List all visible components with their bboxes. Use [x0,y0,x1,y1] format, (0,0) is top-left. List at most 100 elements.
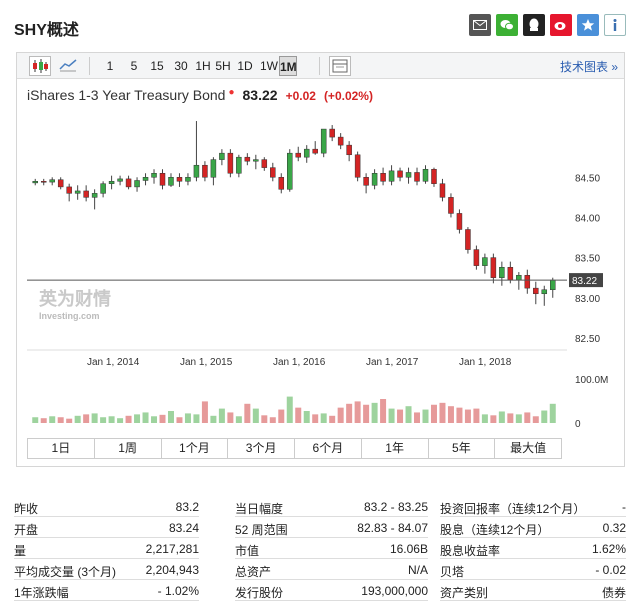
stat-label: 总资产 [235,565,272,579]
volume-bar [422,409,429,423]
indicator-panel-icon[interactable] [329,56,351,76]
volume-bar [346,403,353,423]
share-bar [469,14,626,36]
y-tick-label: 84.00 [575,213,600,224]
volume-bar [498,411,505,423]
qq-icon[interactable] [523,14,545,36]
wechat-icon[interactable] [496,14,518,36]
x-tick-label: Jan 1, 2017 [366,357,419,368]
interval-30[interactable]: 30 [171,56,191,76]
candle-body [329,128,335,138]
volume-bar [507,413,514,423]
candle-body [482,257,488,266]
mail-icon[interactable] [469,14,491,36]
candle-body [388,170,395,182]
candle-body [151,173,157,178]
candle-body [202,164,208,178]
quote-line: iShares 1-3 Year Treasury Bond ● 83.22 +0.0… [27,87,373,103]
candle-body [490,257,497,278]
volume-bar [397,409,404,423]
stat-row: 当日幅度 83.2 - 83.25 [235,497,428,517]
stat-label: 平均成交量 (3个月) [14,565,117,579]
stat-value: 83.2 - 83.25 [363,500,428,514]
stat-row: 贝塔 - 0.02 [440,560,626,580]
volume-bar [363,404,370,423]
last-price: 83.22 [242,87,278,103]
volume-bar [388,408,395,423]
current-price-label: 83.22 [572,276,597,287]
interval-1h[interactable]: 1H [195,56,211,76]
range-button[interactable]: 最大值 [495,439,561,458]
stat-value: 83.24 [168,521,199,535]
candle-body [346,144,352,156]
range-button[interactable]: 1周 [94,439,162,458]
stat-row: 52 周范围 82.83 - 84.07 [235,518,428,538]
volume-bar [295,407,302,423]
volume-bar [142,412,149,423]
live-dot-icon: ● [228,87,235,98]
candle-body [320,128,327,154]
range-button[interactable]: 6个月 [295,439,362,458]
candle-body [397,170,403,178]
price-chart[interactable]: 84.50 84.00 83.50 83.00 82.50 英为财情Investing.c… [17,105,624,431]
range-button[interactable]: 1日 [28,439,95,458]
y-tick-label: 82.50 [575,334,600,345]
stat-value: 2,217,281 [145,542,199,556]
candle-body [236,156,242,174]
stat-label: 发行股份 [235,586,284,600]
weibo-icon[interactable] [550,14,572,36]
candle-body [168,177,174,186]
stat-row: 总资产 N/A [235,560,428,580]
volume-bar [227,412,234,423]
candle-body [516,275,522,281]
volume-bar [167,411,174,423]
price-change: +0.02 [285,89,316,103]
volume-bar [40,418,47,423]
stat-value: 1.62% [591,542,626,556]
chart-panel: 1 5 15 30 1H 5H 1D 1W 1M 技术图表 » iShares 1-3 Year… [16,52,625,467]
range-selector: 1日 1周 1个月 3个月 6个月 1年 5年 最大值 [27,438,562,459]
interval-5h[interactable]: 5H [215,56,231,76]
candle-body [303,148,310,158]
interval-1m[interactable]: 1M [279,56,297,76]
candle-body [117,178,123,182]
volume-bar [430,404,437,423]
volume-bar [151,416,158,423]
candle-body [448,197,454,214]
interval-5[interactable]: 5 [127,56,141,76]
candle-body [473,249,480,266]
star-icon[interactable] [577,14,599,36]
area-chart-icon[interactable] [57,56,79,76]
candle-body [261,159,268,168]
candle-body [159,173,166,186]
range-button[interactable]: 5年 [428,439,496,458]
volume-bar [473,408,480,423]
volume-bar [414,412,421,423]
volume-bar [83,414,90,423]
candlestick-icon[interactable] [29,56,51,76]
volume-bar [57,417,64,423]
range-button[interactable]: 1个月 [161,439,229,458]
candle-body [287,152,293,190]
volume-bar [447,406,454,423]
range-button[interactable]: 3个月 [228,439,295,458]
x-tick-label: Jan 1, 2014 [87,357,140,368]
tech-chart-link[interactable]: 技术图表 » [560,58,618,75]
interval-1w[interactable]: 1W [260,56,278,76]
candle-body [524,275,531,289]
chart-toolbar: 1 5 15 30 1H 5H 1D 1W 1M 技术图表 » [17,53,624,79]
volume-bar [524,412,531,423]
volume-bar [108,416,115,423]
interval-15[interactable]: 15 [147,56,167,76]
stat-label: 股息（连续12个月） [440,523,550,537]
stat-value: - 0.02 [595,563,626,577]
candle-body [32,181,38,184]
candle-body [125,178,132,188]
info-icon[interactable] [604,14,626,36]
interval-1[interactable]: 1 [103,56,117,76]
interval-1d[interactable]: 1D [235,56,255,76]
candle-body [185,177,191,182]
volume-bar [269,417,276,423]
range-button[interactable]: 1年 [361,439,429,458]
watermark-sub: Investing.com [39,311,100,321]
